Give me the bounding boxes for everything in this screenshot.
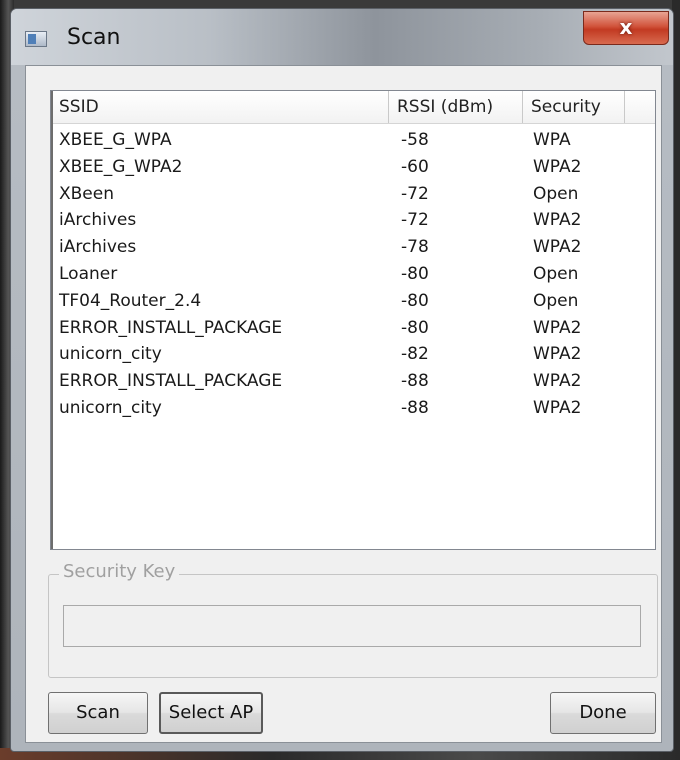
dialog-client-area: SSID RSSI (dBm) Security XBEE_G_WPA -58 … (25, 65, 662, 743)
ssid-cell: unicorn_city (59, 397, 162, 418)
rssi-cell: -72 (401, 183, 429, 204)
column-header-rssi[interactable]: RSSI (dBm) (389, 91, 523, 123)
list-item[interactable]: ERROR_INSTALL_PACKAGE -88 WPA2 (51, 368, 655, 395)
close-button[interactable]: x (583, 11, 669, 45)
ssid-cell: unicorn_city (59, 344, 162, 365)
list-item[interactable]: Loaner -80 Open (51, 261, 655, 288)
security-cell: WPA2 (533, 317, 582, 338)
scan-button[interactable]: Scan (48, 692, 148, 734)
ssid-cell: iArchives (59, 237, 137, 258)
security-cell: WPA2 (533, 397, 582, 418)
rssi-cell: -82 (401, 344, 429, 365)
security-cell: Open (533, 183, 579, 204)
title-bar[interactable]: Scan x (11, 9, 673, 65)
security-cell: WPA2 (533, 371, 582, 392)
window-title: Scan (67, 25, 121, 50)
rssi-cell: -80 (401, 290, 429, 311)
rssi-cell: -88 (401, 371, 429, 392)
app-window-icon (25, 31, 47, 47)
close-icon: x (619, 15, 633, 39)
ssid-cell: XBEE_G_WPA (59, 130, 172, 150)
security-key-group: Security Key (48, 561, 658, 678)
ssid-cell: TF04_Router_2.4 (59, 290, 202, 311)
ssid-cell: Loaner (59, 263, 118, 284)
network-list[interactable]: SSID RSSI (dBm) Security XBEE_G_WPA -58 … (50, 90, 656, 550)
list-item[interactable]: TF04_Router_2.4 -80 Open (51, 288, 655, 315)
ssid-cell: ERROR_INSTALL_PACKAGE (59, 317, 283, 338)
security-cell: WPA2 (533, 237, 582, 258)
security-cell: Open (533, 290, 579, 311)
scan-dialog: Scan x SSID RSSI (dBm) Security XBEE_G_W… (10, 8, 674, 752)
list-item[interactable]: iArchives -72 WPA2 (51, 207, 655, 234)
security-key-label: Security Key (59, 561, 180, 582)
rssi-cell: -80 (401, 263, 429, 284)
select-ap-button[interactable]: Select AP (159, 692, 263, 734)
security-cell: WPA2 (533, 156, 582, 177)
security-cell: WPA (533, 130, 571, 150)
rssi-cell: -88 (401, 397, 429, 418)
done-button[interactable]: Done (550, 692, 656, 734)
rssi-cell: -72 (401, 210, 429, 231)
ssid-cell: iArchives (59, 210, 137, 231)
column-header-filler (625, 91, 655, 123)
list-item[interactable]: XBEE_G_WPA -58 WPA (51, 127, 655, 154)
list-body: XBEE_G_WPA -58 WPA XBEE_G_WPA2 -60 WPA2 … (51, 127, 655, 422)
rssi-cell: -78 (401, 237, 429, 258)
list-item[interactable]: unicorn_city -88 WPA2 (51, 395, 655, 422)
list-item[interactable]: XBeen -72 Open (51, 181, 655, 208)
column-header-security[interactable]: Security (523, 91, 625, 123)
security-cell: Open (533, 263, 579, 284)
ssid-cell: XBEE_G_WPA2 (59, 156, 183, 177)
security-cell: WPA2 (533, 344, 582, 365)
ssid-cell: XBeen (59, 183, 115, 204)
ssid-cell: ERROR_INSTALL_PACKAGE (59, 371, 283, 392)
rssi-cell: -58 (401, 130, 429, 150)
column-header-ssid[interactable]: SSID (51, 91, 389, 123)
list-item[interactable]: ERROR_INSTALL_PACKAGE -80 WPA2 (51, 315, 655, 342)
list-header: SSID RSSI (dBm) Security (51, 91, 655, 124)
list-item[interactable]: iArchives -78 WPA2 (51, 234, 655, 261)
security-key-input[interactable] (63, 605, 641, 647)
rssi-cell: -80 (401, 317, 429, 338)
rssi-cell: -60 (401, 156, 429, 177)
list-item[interactable]: XBEE_G_WPA2 -60 WPA2 (51, 154, 655, 181)
security-cell: WPA2 (533, 210, 582, 231)
list-item[interactable]: unicorn_city -82 WPA2 (51, 341, 655, 368)
